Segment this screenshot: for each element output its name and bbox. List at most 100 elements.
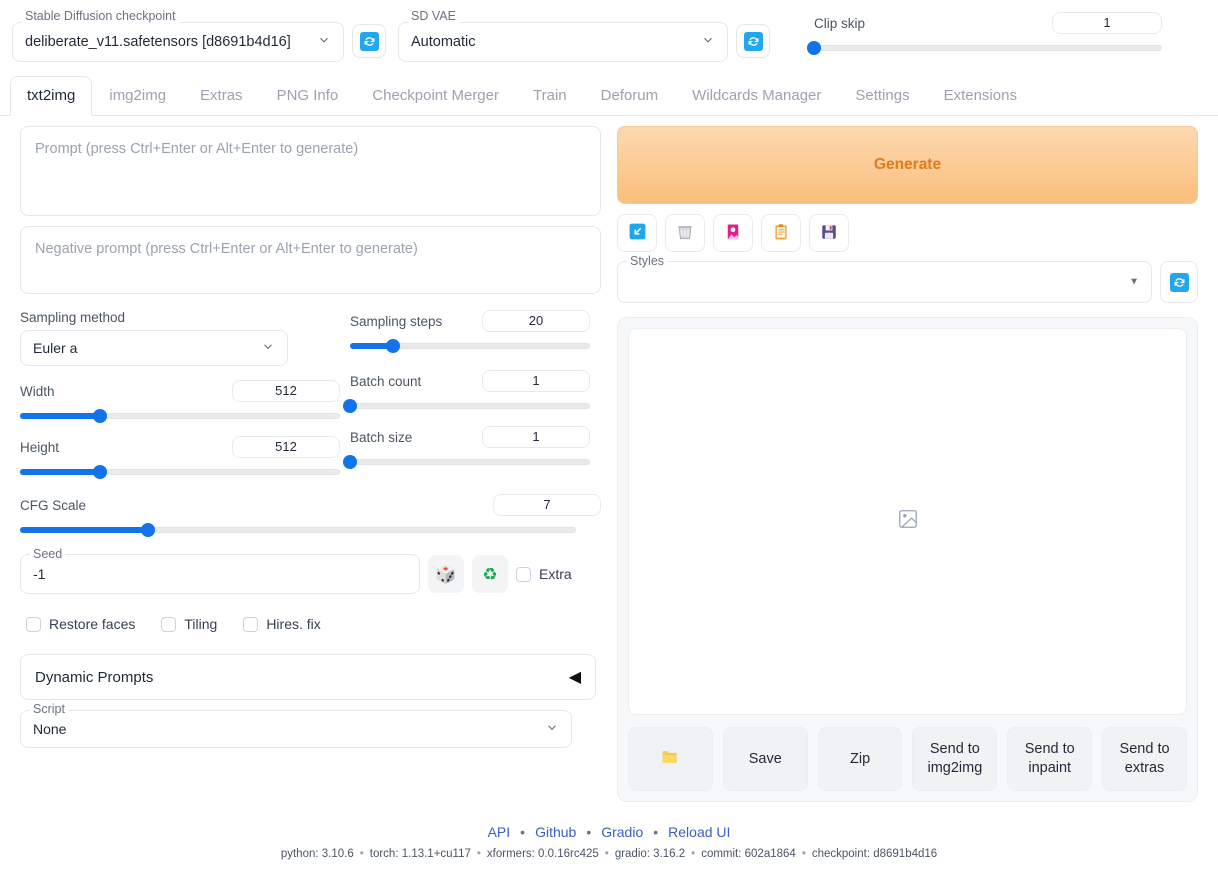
tab-deforum[interactable]: Deforum — [584, 76, 676, 115]
script-dropdown[interactable]: None — [20, 710, 572, 748]
width-value[interactable]: 512 — [232, 380, 340, 402]
reuse-seed-recycle-button[interactable]: ♻ — [472, 555, 508, 593]
github-link[interactable]: Github — [535, 824, 576, 840]
cfg-scale-value[interactable]: 7 — [493, 494, 601, 516]
hires-fix-checkbox[interactable] — [243, 616, 259, 632]
restore-faces-toggle[interactable]: Restore faces — [26, 616, 135, 632]
batch-count-slider[interactable] — [343, 398, 590, 414]
save-button[interactable]: Save — [722, 727, 808, 791]
tab-label: img2img — [109, 87, 167, 104]
slider-thumb[interactable] — [93, 409, 107, 423]
styles-label: Styles — [627, 254, 668, 268]
dynamic-prompts-title: Dynamic Prompts — [35, 668, 154, 686]
tab-label: Wildcards Manager — [692, 87, 822, 104]
prompt-input[interactable]: Prompt (press Ctrl+Enter or Alt+Enter to… — [20, 126, 601, 216]
refresh-checkpoint-button[interactable] — [352, 24, 386, 58]
send-to-extras-button[interactable]: Send to extras — [1102, 727, 1187, 791]
slider-fill — [20, 413, 100, 419]
save-style-button[interactable] — [809, 214, 849, 252]
apply-style-button[interactable] — [761, 214, 801, 252]
clip-skip-value[interactable]: 1 — [1052, 12, 1162, 34]
height-label: Height — [20, 439, 60, 455]
styles-row: Styles ▼ — [617, 254, 1198, 303]
sampling-steps-control: Sampling steps 20 — [350, 310, 590, 354]
sampling-steps-slider[interactable] — [350, 338, 590, 354]
sampling-steps-value[interactable]: 20 — [482, 310, 590, 332]
vae-dropdown[interactable]: Automatic — [398, 22, 728, 62]
extra-checkbox[interactable] — [516, 566, 531, 582]
hires-fix-toggle[interactable]: Hires. fix — [243, 616, 321, 632]
seed-label: Seed — [30, 547, 66, 561]
cfg-scale-slider[interactable] — [20, 522, 576, 538]
random-seed-dice-button[interactable]: 🎲 — [428, 555, 464, 593]
slider-thumb[interactable] — [140, 523, 155, 537]
gradio-link[interactable]: Gradio — [601, 824, 643, 840]
script-value: None — [33, 721, 67, 737]
styles-dropdown[interactable]: ▼ — [617, 261, 1152, 303]
refresh-vae-button[interactable] — [736, 24, 770, 58]
tiling-toggle[interactable]: Tiling — [161, 616, 217, 632]
collapse-arrow-icon[interactable]: ◀ — [569, 667, 581, 687]
restore-progress-button[interactable] — [617, 214, 657, 252]
show-extra-networks-button[interactable] — [713, 214, 753, 252]
seed-field[interactable]: Seed -1 — [20, 547, 420, 594]
reload-ui-link[interactable]: Reload UI — [668, 824, 730, 840]
tab-train[interactable]: Train — [516, 76, 584, 115]
open-folder-button[interactable] — [628, 727, 713, 791]
save-label: Save — [748, 750, 782, 767]
zip-button[interactable]: Zip — [817, 727, 903, 791]
extra-seed-toggle[interactable]: Extra — [516, 566, 572, 582]
batch-size-slider[interactable] — [343, 454, 590, 470]
height-slider[interactable] — [20, 464, 340, 480]
cfg-scale-control: CFG Scale 7 — [20, 494, 601, 538]
tab-settings[interactable]: Settings — [838, 76, 926, 115]
version-separator: • — [691, 848, 696, 860]
restore-faces-label: Restore faces — [49, 616, 136, 632]
restore-progress-icon — [628, 222, 647, 244]
refresh-styles-button[interactable] — [1160, 261, 1198, 303]
vae-value: Automatic — [411, 34, 476, 50]
clear-prompt-button[interactable] — [665, 214, 705, 252]
sampling-method-dropdown[interactable]: Euler a — [20, 330, 288, 366]
tab-img2img[interactable]: img2img — [92, 76, 183, 115]
generate-button[interactable]: Generate — [617, 126, 1198, 204]
output-gallery[interactable] — [628, 328, 1187, 715]
slider-thumb[interactable] — [93, 465, 107, 479]
batch-size-value[interactable]: 1 — [482, 426, 590, 448]
slider-thumb[interactable] — [807, 41, 821, 55]
checkpoint-selector[interactable]: Stable Diffusion checkpoint deliberate_v… — [12, 9, 344, 62]
dice-icon: 🎲 — [435, 564, 457, 584]
styles-field[interactable]: Styles ▼ — [617, 254, 1152, 303]
dynamic-prompts-accordion[interactable]: Dynamic Prompts ◀ — [20, 654, 596, 700]
slider-thumb[interactable] — [386, 339, 401, 353]
vae-selector[interactable]: SD VAE Automatic — [398, 9, 728, 62]
tab-png-info[interactable]: PNG Info — [260, 76, 356, 115]
slider-thumb[interactable] — [343, 455, 357, 469]
refresh-icon — [1169, 272, 1189, 292]
tab-extras[interactable]: Extras — [183, 76, 260, 115]
batch-count-value[interactable]: 1 — [482, 370, 590, 392]
width-slider[interactable] — [20, 408, 340, 424]
api-link[interactable]: API — [488, 824, 511, 840]
slider-thumb[interactable] — [343, 399, 357, 413]
version-separator: • — [476, 848, 481, 860]
width-control: Width 512 — [20, 380, 340, 424]
tab-txt2img[interactable]: txt2img — [10, 76, 93, 116]
tiling-checkbox[interactable] — [161, 616, 177, 632]
tab-label: Extras — [200, 87, 243, 104]
script-selector[interactable]: Script None — [20, 702, 572, 748]
sampling-method-value: Euler a — [33, 340, 78, 356]
slider-fill — [20, 469, 100, 475]
checkpoint-dropdown[interactable]: deliberate_v11.safetensors [d8691b4d16] — [12, 22, 344, 62]
height-value[interactable]: 512 — [232, 436, 340, 458]
tab-wildcards-manager[interactable]: Wildcards Manager — [675, 76, 838, 115]
restore-faces-checkbox[interactable] — [26, 616, 41, 632]
clip-skip-control: Clip skip 1 — [807, 10, 1162, 56]
clip-skip-slider[interactable] — [807, 40, 1162, 56]
send-to-inpaint-button[interactable]: Send to inpaint — [1007, 727, 1093, 791]
send-to-img2img-button[interactable]: Send to img2img — [912, 727, 998, 791]
tab-checkpoint-merger[interactable]: Checkpoint Merger — [355, 76, 516, 115]
negative-prompt-input[interactable]: Negative prompt (press Ctrl+Enter or Alt… — [20, 226, 601, 294]
seed-input[interactable]: -1 — [20, 554, 420, 594]
tab-extensions[interactable]: Extensions — [927, 76, 1034, 115]
